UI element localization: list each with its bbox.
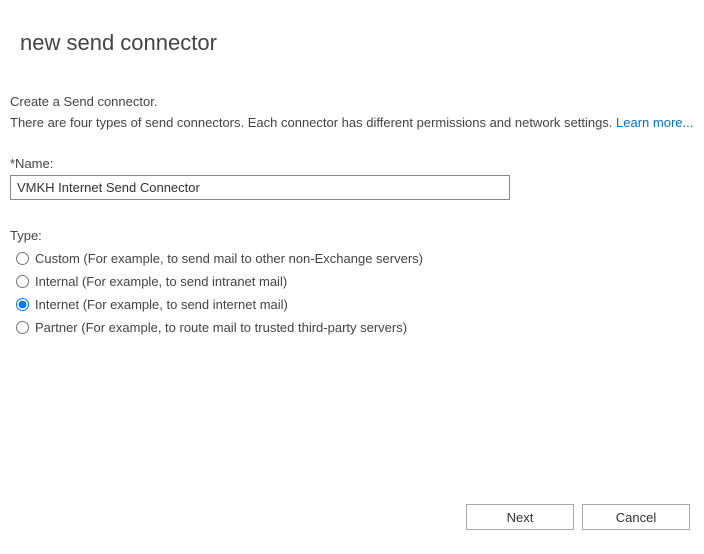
radio-row-internet: Internet (For example, to send internet … [16, 297, 694, 312]
name-label: *Name: [10, 156, 694, 171]
radio-label-custom[interactable]: Custom (For example, to send mail to oth… [35, 251, 423, 266]
cancel-button[interactable]: Cancel [582, 504, 690, 530]
next-button[interactable]: Next [466, 504, 574, 530]
radio-row-custom: Custom (For example, to send mail to oth… [16, 251, 694, 266]
page-title: new send connector [20, 30, 694, 56]
button-bar: Next Cancel [466, 504, 690, 530]
name-input[interactable] [10, 175, 510, 200]
radio-row-partner: Partner (For example, to route mail to t… [16, 320, 694, 335]
type-label: Type: [10, 228, 694, 243]
learn-more-link[interactable]: Learn more... [616, 115, 693, 130]
intro-text: Create a Send connector. [10, 94, 694, 109]
description-text: There are four types of send connectors.… [10, 115, 694, 132]
radio-partner[interactable] [16, 321, 29, 334]
radio-custom[interactable] [16, 252, 29, 265]
type-radio-group: Custom (For example, to send mail to oth… [10, 251, 694, 335]
radio-internet[interactable] [16, 298, 29, 311]
radio-label-partner[interactable]: Partner (For example, to route mail to t… [35, 320, 407, 335]
radio-row-internal: Internal (For example, to send intranet … [16, 274, 694, 289]
radio-label-internal[interactable]: Internal (For example, to send intranet … [35, 274, 287, 289]
radio-label-internet[interactable]: Internet (For example, to send internet … [35, 297, 288, 312]
radio-internal[interactable] [16, 275, 29, 288]
description-body: There are four types of send connectors.… [10, 115, 616, 130]
